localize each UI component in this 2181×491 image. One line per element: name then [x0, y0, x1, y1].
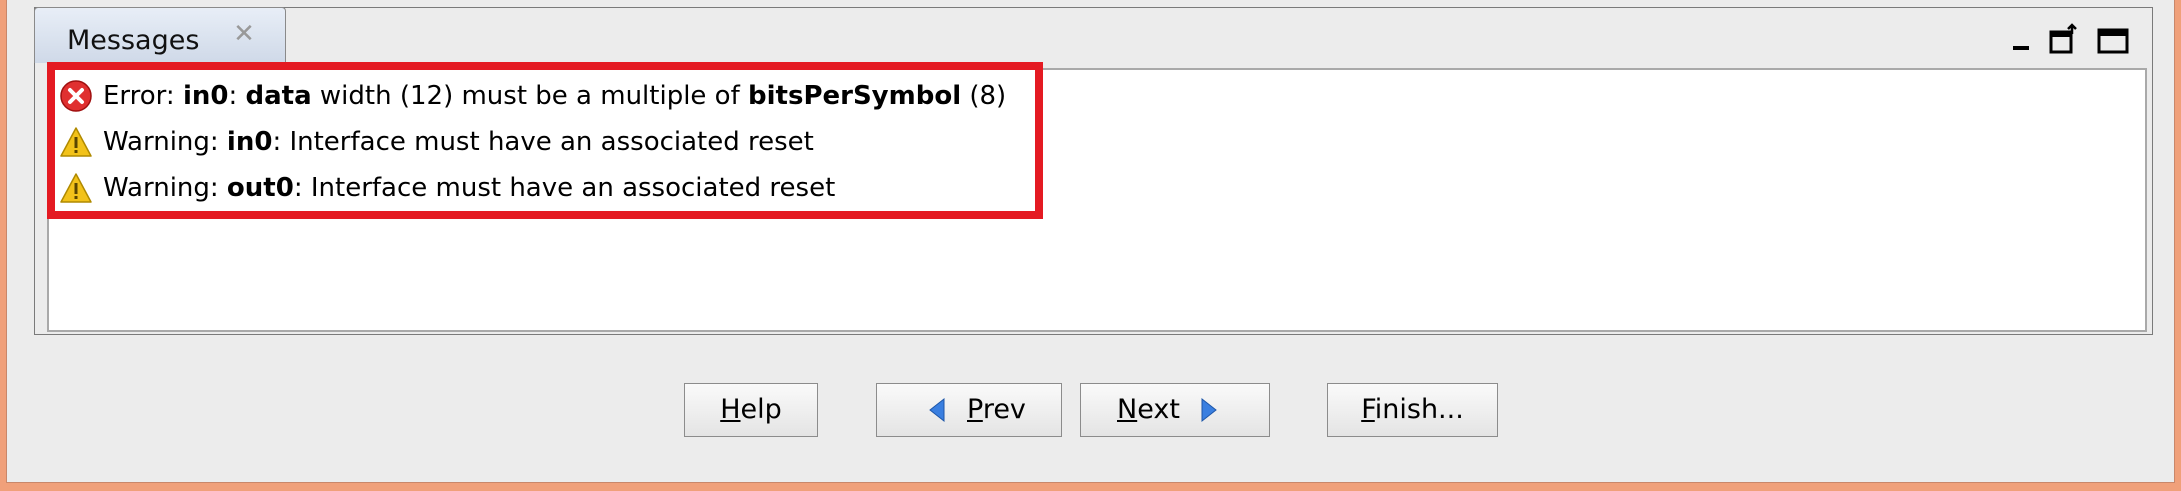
minimize-icon[interactable] — [2010, 22, 2036, 56]
finish-button[interactable]: Finish... — [1327, 383, 1498, 437]
arrow-right-icon — [1201, 397, 1217, 423]
tab-messages-label: Messages — [67, 25, 200, 56]
view-controls — [2010, 22, 2140, 56]
prev-button[interactable]: Prev — [876, 383, 1062, 437]
close-tab-icon[interactable]: ✕ — [230, 20, 258, 48]
wizard-window: Messages ✕ Error: in0: data width (12) m… — [6, 0, 2175, 483]
next-button[interactable]: Next — [1080, 383, 1270, 437]
tab-messages[interactable]: Messages ✕ — [34, 7, 286, 63]
detach-icon[interactable] — [2048, 22, 2082, 56]
window-frame: Messages ✕ Error: in0: data width (12) m… — [0, 0, 2181, 491]
maximize-icon[interactable] — [2096, 22, 2130, 56]
highlight-box — [47, 62, 1043, 219]
arrow-left-icon — [929, 397, 945, 423]
help-button[interactable]: Help — [684, 383, 818, 437]
